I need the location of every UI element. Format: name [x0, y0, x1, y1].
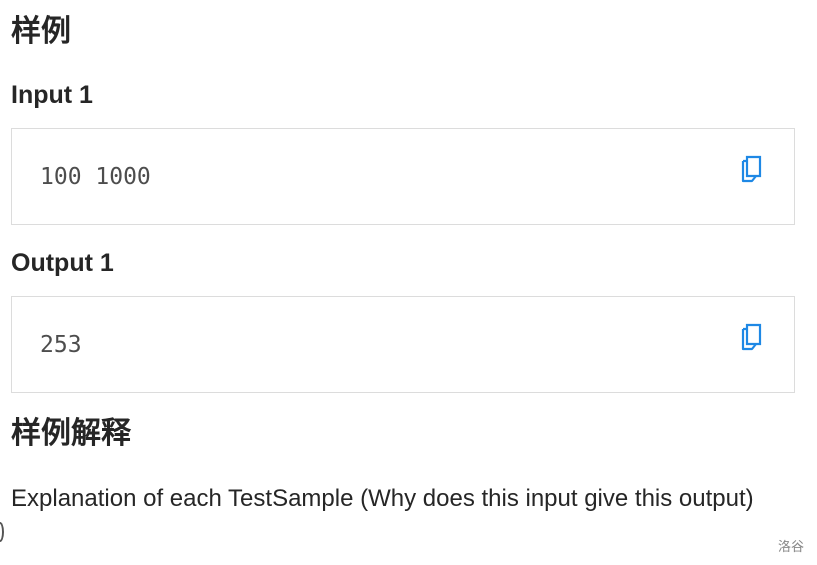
- output-1-label: Output 1: [11, 249, 114, 277]
- output-1-box: 253: [11, 296, 795, 393]
- samples-heading: 样例: [11, 14, 71, 49]
- explanation-heading: 样例解释: [11, 416, 131, 451]
- output-1-code[interactable]: 253: [40, 331, 82, 359]
- input-1-label: Input 1: [11, 81, 93, 109]
- copy-output-1-button[interactable]: [740, 323, 764, 353]
- page: 样例 Input 1 100 1000 Output 1 253 样例解释 Ex…: [0, 0, 817, 565]
- explanation-text: Explanation of each TestSample (Why does…: [11, 485, 754, 512]
- input-1-box: 100 1000: [11, 128, 795, 225]
- copy-icon: [741, 155, 762, 183]
- watermark: 洛谷: [777, 540, 804, 555]
- copy-input-1-button[interactable]: [740, 155, 764, 185]
- copy-icon: [741, 323, 762, 351]
- edge-fragment: [0, 522, 4, 542]
- input-1-code[interactable]: 100 1000: [40, 163, 151, 191]
